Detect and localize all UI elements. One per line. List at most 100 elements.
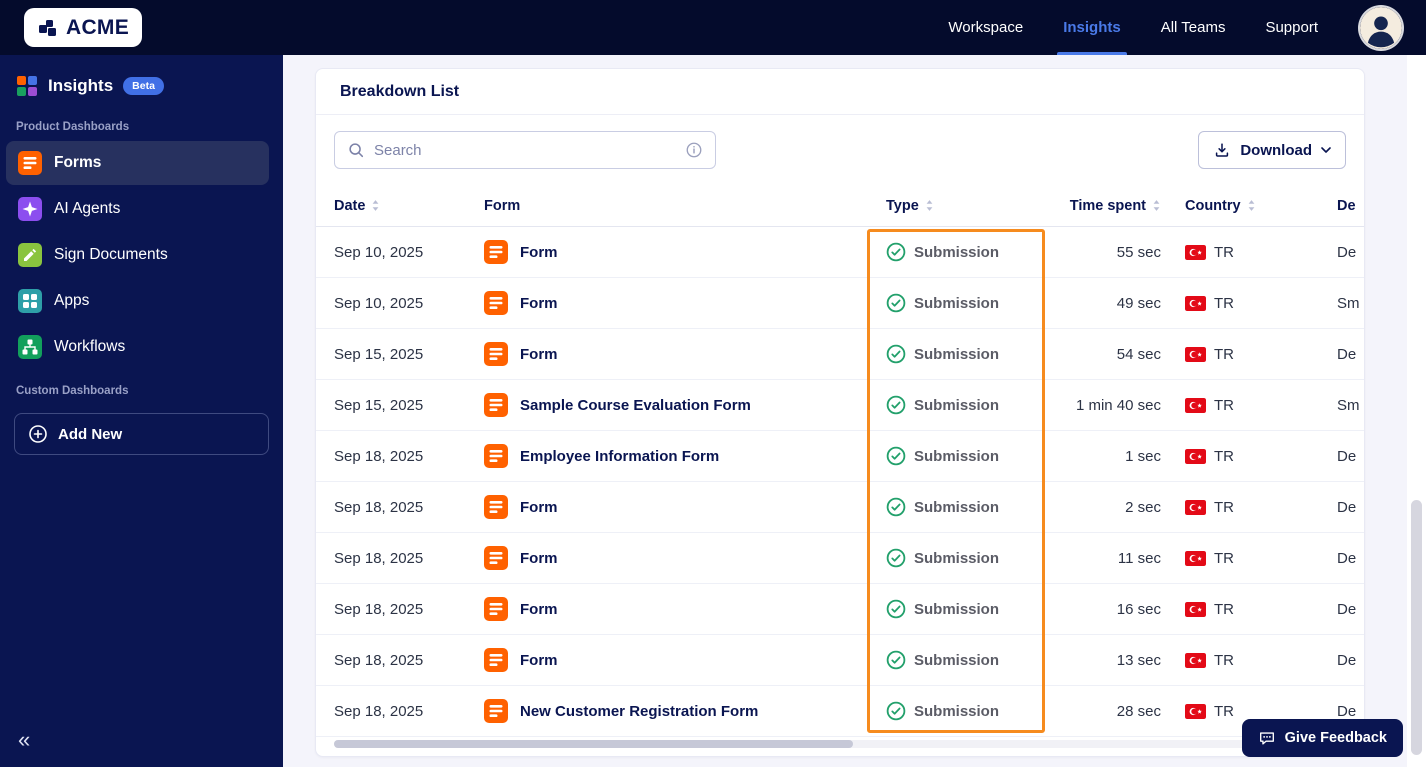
cell-date: Sep 15, 2025 [334, 396, 424, 414]
nav-item-workspace[interactable]: Workspace [928, 0, 1043, 55]
cell-country: TR [1185, 346, 1337, 363]
cell-date: Sep 10, 2025 [334, 294, 424, 312]
breakdown-list-card: Breakdown List Download DateFormTypeTime… [315, 68, 1365, 757]
check-circle-icon [886, 242, 906, 262]
card-title: Breakdown List [340, 82, 460, 100]
cell-time-spent: 55 sec [1116, 243, 1161, 261]
cell-date: Sep 15, 2025 [334, 345, 424, 363]
turkey-flag-icon [1185, 397, 1206, 413]
table-row: Sep 18, 2025 Employee Information Form Sub… [316, 431, 1364, 482]
turkey-flag-icon [1185, 448, 1206, 464]
cell-country: TR [1185, 652, 1337, 669]
check-circle-icon [886, 548, 906, 568]
country-code: TR [1214, 345, 1234, 363]
info-icon[interactable] [685, 141, 703, 159]
download-button[interactable]: Download [1198, 131, 1346, 169]
column-header-country[interactable]: Country [1185, 198, 1337, 214]
cell-form: Employee Information Form [484, 444, 886, 468]
turkey-flag-icon [1185, 346, 1206, 362]
nav-item-insights[interactable]: Insights [1043, 0, 1141, 55]
sort-icon[interactable] [1247, 199, 1256, 212]
form-icon [484, 546, 508, 570]
cell-date: Sep 18, 2025 [334, 702, 424, 720]
sort-icon[interactable] [925, 199, 934, 212]
form-name: Form [520, 651, 558, 669]
form-icon [484, 342, 508, 366]
check-circle-icon [886, 599, 906, 619]
table-header: Date Form Type Time spent Country De [316, 185, 1364, 227]
feedback-label: Give Feedback [1284, 730, 1387, 746]
give-feedback-button[interactable]: Give Feedback [1241, 719, 1403, 757]
add-new-button[interactable]: Add New [14, 413, 269, 455]
workflows-icon [18, 335, 42, 359]
sidebar-collapse-button[interactable]: « [0, 717, 48, 767]
cell-device: De [1337, 651, 1357, 669]
table-row: Sep 10, 2025 Form Submission 55 sec TR De [316, 227, 1364, 278]
sidebar-item-apps[interactable]: Apps [6, 279, 269, 323]
acme-logo[interactable]: ACME [24, 8, 143, 47]
country-code: TR [1214, 702, 1234, 720]
sidebar-item-workflows[interactable]: Workflows [6, 325, 269, 369]
sort-icon[interactable] [1152, 199, 1161, 212]
sidebar-item-ai-agents[interactable]: AI Agents [6, 187, 269, 231]
cell-device: De [1337, 447, 1357, 465]
cell-type: Submission [886, 293, 1066, 313]
horizontal-scrollbar-thumb[interactable] [334, 740, 853, 748]
cell-date: Sep 18, 2025 [334, 600, 424, 618]
cell-type: Submission [886, 701, 1066, 721]
cell-time-spent: 1 min 40 sec [1075, 396, 1161, 414]
page-scrollbar-thumb[interactable] [1411, 500, 1422, 755]
search-box[interactable] [334, 131, 716, 169]
column-header-time-spent[interactable]: Time spent [1066, 198, 1185, 214]
type-label: Submission [914, 345, 1000, 363]
horizontal-scrollbar-track[interactable] [334, 740, 1346, 748]
add-new-label: Add New [58, 425, 123, 443]
cell-country: TR [1185, 295, 1337, 312]
form-name: Form [520, 345, 558, 363]
sidebar-item-label: Workflows [54, 338, 126, 355]
column-header-type[interactable]: Type [886, 198, 1066, 214]
type-label: Submission [914, 651, 1000, 669]
type-label: Submission [914, 447, 1000, 465]
table-row: Sep 18, 2025 Form Submission 13 sec TR De [316, 635, 1364, 686]
search-input[interactable] [374, 141, 676, 159]
form-icon [484, 495, 508, 519]
apps-icon [18, 289, 42, 313]
check-circle-icon [886, 650, 906, 670]
sidebar-item-label: Sign Documents [54, 246, 168, 263]
column-header-date[interactable]: Date [334, 198, 484, 214]
cell-country: TR [1185, 703, 1337, 720]
cell-time-spent: 11 sec [1117, 549, 1161, 567]
nav-item-all-teams[interactable]: All Teams [1141, 0, 1246, 55]
sidebar-item-sign-documents[interactable]: Sign Documents [6, 233, 269, 277]
turkey-flag-icon [1185, 601, 1206, 617]
check-circle-icon [886, 395, 906, 415]
acme-logo-text: ACME [66, 15, 130, 39]
cell-device: Sm [1337, 396, 1360, 414]
form-icon [484, 648, 508, 672]
insights-logo-icon [16, 75, 38, 97]
check-circle-icon [886, 446, 906, 466]
form-name: Employee Information Form [520, 447, 720, 465]
table-row: Sep 18, 2025 New Customer Registration Fo… [316, 686, 1364, 737]
sidebar-item-forms[interactable]: Forms [6, 141, 269, 185]
plus-circle-icon [28, 424, 48, 444]
sort-icon[interactable] [371, 199, 380, 212]
table-row: Sep 18, 2025 Form Submission 2 sec TR De [316, 482, 1364, 533]
nav-item-support[interactable]: Support [1245, 0, 1338, 55]
page-scrollbar-track[interactable] [1407, 55, 1426, 767]
beta-badge: Beta [123, 77, 164, 95]
cell-form: Sample Course Evaluation Form [484, 393, 886, 417]
sidebar: Insights Beta Product Dashboards Forms A… [0, 55, 283, 767]
form-icon [484, 240, 508, 264]
user-avatar[interactable] [1360, 6, 1402, 49]
sidebar-item-label: Forms [54, 154, 102, 171]
form-name: Form [520, 294, 558, 312]
turkey-flag-icon [1185, 550, 1206, 566]
sidebar-item-label: AI Agents [54, 200, 121, 217]
cell-form: New Customer Registration Form [484, 699, 886, 723]
cell-time-spent: 54 sec [1116, 345, 1161, 363]
cell-country: TR [1185, 244, 1337, 261]
cell-form: Form [484, 240, 886, 264]
cell-form: Form [484, 342, 886, 366]
